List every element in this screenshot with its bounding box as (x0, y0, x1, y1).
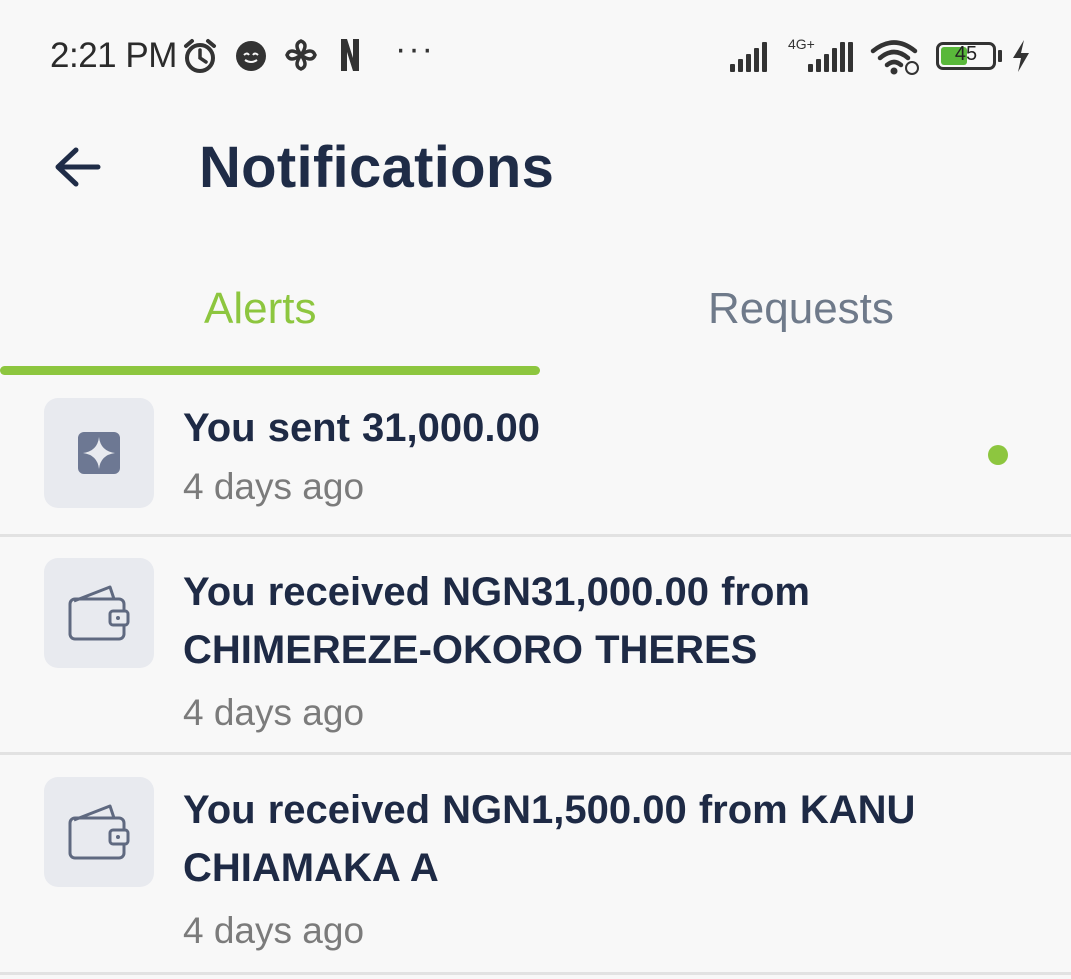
face-icon (236, 41, 266, 71)
signal-icon-2 (808, 40, 853, 72)
page-title: Notifications (199, 135, 555, 200)
battery-level: 45 (954, 43, 978, 65)
notification-item[interactable]: You received NGN31,000.00 from CHIMEREZE… (0, 537, 1071, 755)
charging-icon (1013, 40, 1029, 72)
notification-icon-box (44, 398, 154, 508)
status-bar: 2:21 PM ··· 4G+ 45 (0, 0, 1071, 110)
notification-time: 4 days ago (183, 692, 365, 733)
sparkle-icon (78, 432, 120, 474)
wifi-icon (870, 40, 919, 75)
tab-requests[interactable]: Requests (708, 284, 894, 334)
more-dots-icon: ··· (395, 30, 435, 68)
notification-message: You received NGN1,500.00 from KANU CHIAM… (183, 788, 916, 890)
netflix-icon (341, 39, 359, 71)
notification-icon-box (44, 558, 154, 668)
notification-message: You received NGN31,000.00 from CHIMEREZE… (183, 570, 810, 672)
notification-message: You sent 31,000.00 (183, 406, 540, 450)
alarm-icon (184, 39, 216, 73)
pinwheel-icon (285, 39, 317, 71)
status-time: 2:21 PM (50, 36, 177, 75)
notification-time: 4 days ago (183, 466, 365, 507)
notification-item[interactable]: You sent 31,000.00 4 days ago (0, 385, 1071, 537)
notification-icon-box (44, 777, 154, 887)
notification-list: You sent 31,000.00 4 days ago You receiv… (0, 385, 1071, 975)
wallet-icon (68, 804, 130, 860)
tab-bar: Alerts Requests (0, 270, 1071, 380)
battery-icon: 45 (936, 42, 996, 70)
notification-item[interactable]: You received NGN1,500.00 from KANU CHIAM… (0, 755, 1071, 975)
unread-dot (988, 445, 1008, 465)
notification-time: 4 days ago (183, 910, 365, 951)
battery-tip (998, 50, 1002, 62)
tab-alerts[interactable]: Alerts (204, 284, 316, 334)
active-tab-indicator (0, 366, 540, 375)
wallet-icon (68, 585, 130, 641)
signal-icon (730, 40, 767, 72)
back-arrow-icon[interactable] (52, 140, 104, 192)
